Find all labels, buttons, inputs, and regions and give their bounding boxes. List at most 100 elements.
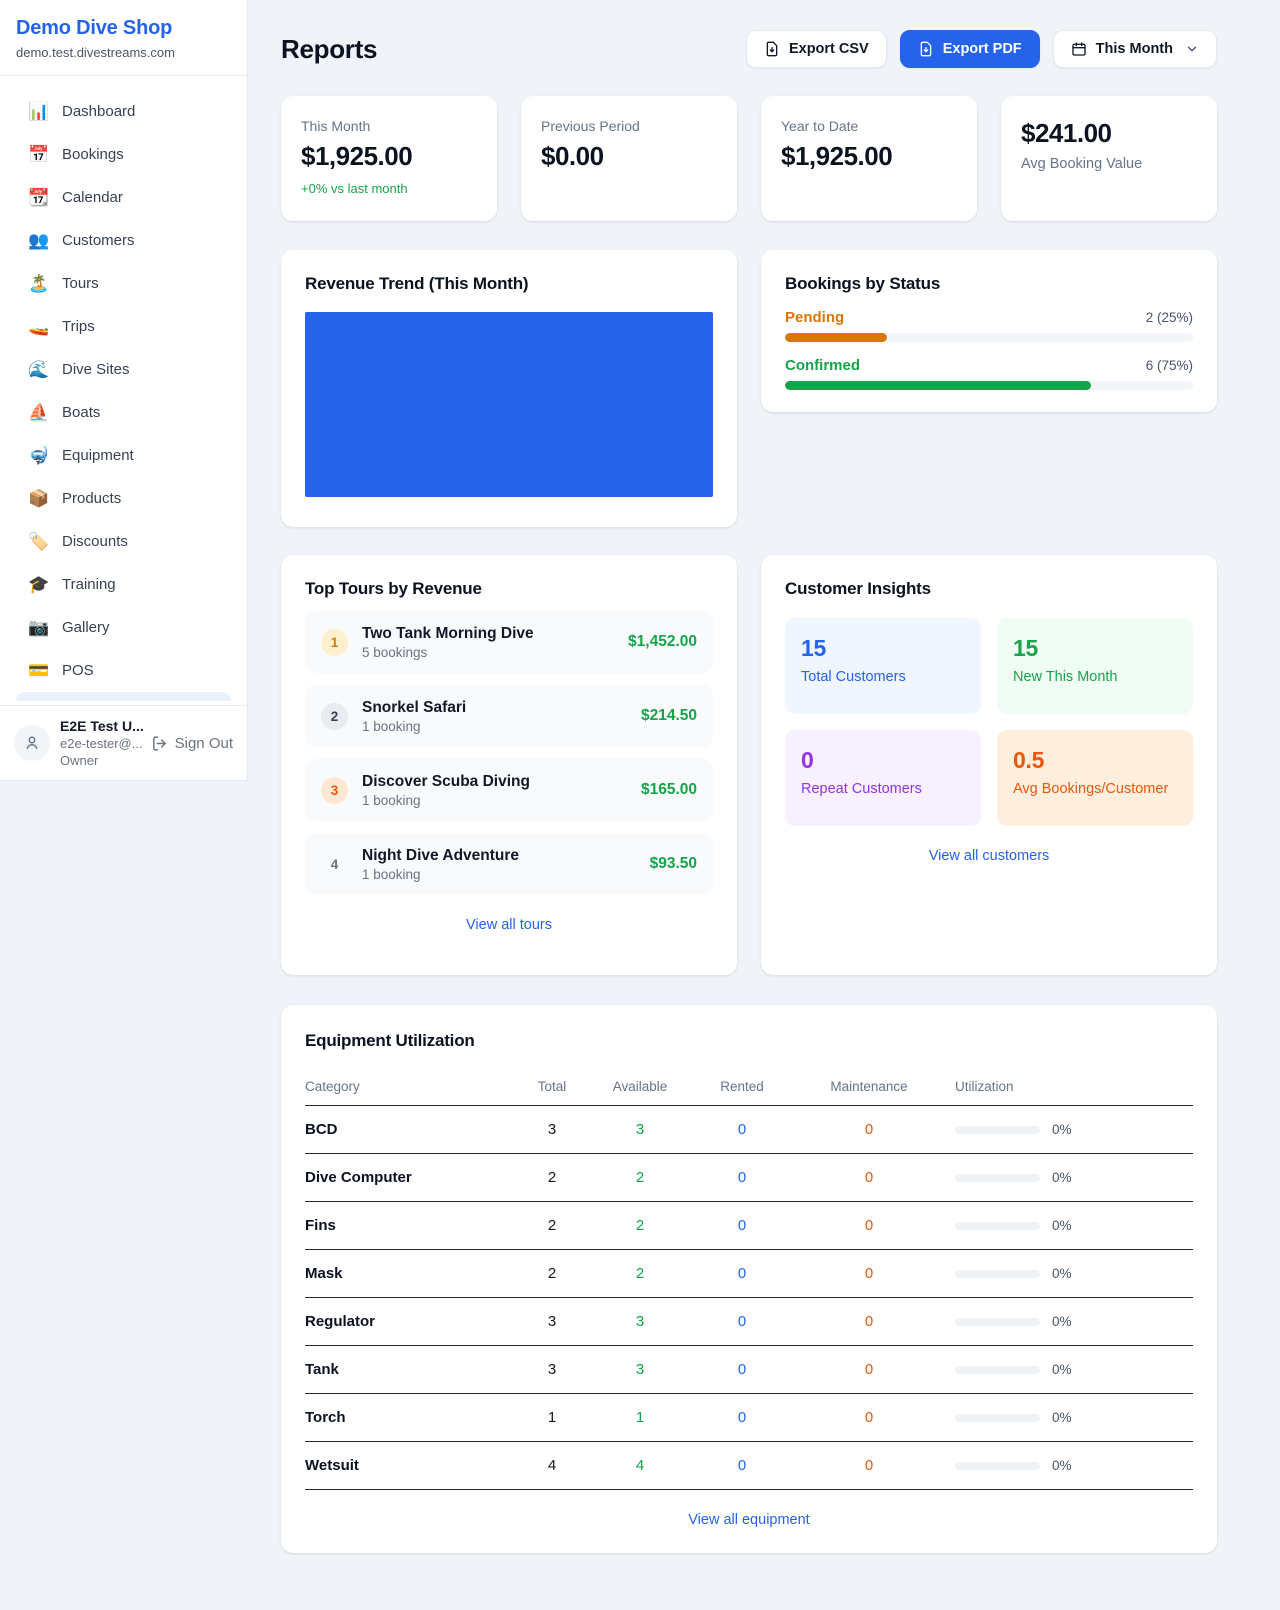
tour-row[interactable]: 1 Two Tank Morning Dive 5 bookings $1,45… <box>305 611 713 673</box>
tour-bookings: 5 bookings <box>362 645 614 660</box>
equipment-category: Torch <box>305 1409 505 1426</box>
utilization-track <box>955 1366 1040 1374</box>
equipment-category: Dive Computer <box>305 1169 505 1186</box>
tile-label: New This Month <box>1013 669 1177 685</box>
stat-label: Year to Date <box>781 118 957 134</box>
equipment-total: 2 <box>505 1169 599 1186</box>
tour-row[interactable]: 3 Discover Scuba Diving 1 booking $165.0… <box>305 759 713 821</box>
sidebar-item-products[interactable]: 📦 Products <box>8 477 239 520</box>
boats-icon: ⛵ <box>28 403 48 423</box>
stat-card-avg-booking-value: $241.00 Avg Booking Value <box>1001 96 1217 221</box>
header-actions: Export CSV Export PDF This Month <box>746 30 1217 68</box>
sidebar-item-equipment[interactable]: 🤿 Equipment <box>8 434 239 477</box>
utilization-track <box>955 1222 1040 1230</box>
stat-delta: +0% vs last month <box>301 181 477 196</box>
sidebar-item-boats[interactable]: ⛵ Boats <box>8 391 239 434</box>
tour-row[interactable]: 4 Night Dive Adventure 1 booking $93.50 <box>305 833 713 895</box>
equipment-total: 2 <box>505 1217 599 1234</box>
equipment-rented: 0 <box>681 1169 803 1186</box>
tour-name: Two Tank Morning Dive <box>362 625 614 643</box>
shop-name: Demo Dive Shop <box>16 17 231 40</box>
sidebar-item-customers[interactable]: 👥 Customers <box>8 219 239 262</box>
sidebar-item-discounts[interactable]: 🏷️ Discounts <box>8 520 239 563</box>
status-count: 2 (25%) <box>1146 310 1193 325</box>
customers-icon: 👥 <box>28 231 48 251</box>
utilization-track <box>955 1462 1040 1470</box>
equipment-total: 4 <box>505 1457 599 1474</box>
bookings-by-status-card: Bookings by Status Pending 2 (25%) Confi… <box>761 250 1217 412</box>
sidebar-item-gallery[interactable]: 📷 Gallery <box>8 606 239 649</box>
progress-fill-pending <box>785 333 887 342</box>
equipment-maintenance: 0 <box>803 1313 935 1330</box>
utilization-track <box>955 1126 1040 1134</box>
equipment-category: Tank <box>305 1361 505 1378</box>
rank-badge: 3 <box>321 777 348 804</box>
revenue-trend-title: Revenue Trend (This Month) <box>305 274 713 294</box>
sidebar-item-calendar[interactable]: 📆 Calendar <box>8 176 239 219</box>
equipment-rented: 0 <box>681 1121 803 1138</box>
file-download-icon <box>764 41 780 57</box>
tour-name: Snorkel Safari <box>362 699 627 717</box>
view-all-customers-link[interactable]: View all customers <box>929 848 1050 864</box>
sidebar-item-pos[interactable]: 💳 POS <box>8 649 239 692</box>
column-header-total: Total <box>505 1079 599 1094</box>
tile-label: Repeat Customers <box>801 781 965 797</box>
utilization-percent: 0% <box>1052 1218 1072 1233</box>
insights-row: Top Tours by Revenue 1 Two Tank Morning … <box>281 555 1217 975</box>
status-label: Pending <box>785 309 844 326</box>
equipment-maintenance: 0 <box>803 1169 935 1186</box>
stats-row: This Month $1,925.00 +0% vs last month P… <box>281 96 1217 221</box>
page-header: Reports Export CSV Export PDF This Month <box>281 30 1217 68</box>
table-row: Tank 3 3 0 0 0% <box>305 1346 1193 1394</box>
tile-value: 0.5 <box>1013 747 1177 774</box>
rank-badge: 4 <box>321 851 348 878</box>
progress-track <box>785 381 1193 390</box>
equipment-rented: 0 <box>681 1265 803 1282</box>
export-pdf-button[interactable]: Export PDF <box>900 30 1040 68</box>
sign-out-button[interactable]: Sign Out <box>151 735 233 752</box>
equipment-total: 3 <box>505 1121 599 1138</box>
user-meta: E2E Test U... e2e-tester@... Owner <box>60 718 141 768</box>
export-csv-button[interactable]: Export CSV <box>746 30 887 68</box>
utilization-track <box>955 1174 1040 1182</box>
utilization-percent: 0% <box>1052 1122 1072 1137</box>
sidebar-item-bookings[interactable]: 📅 Bookings <box>8 133 239 176</box>
sidebar-item-trips[interactable]: 🚤 Trips <box>8 305 239 348</box>
sidebar-item-label: Boats <box>62 404 100 421</box>
equipment-maintenance: 0 <box>803 1265 935 1282</box>
calendar-icon <box>1071 41 1087 57</box>
calendar-icon: 📆 <box>28 188 48 208</box>
tour-row[interactable]: 2 Snorkel Safari 1 booking $214.50 <box>305 685 713 747</box>
stat-card-this-month: This Month $1,925.00 +0% vs last month <box>281 96 497 221</box>
customer-insights-title: Customer Insights <box>785 579 1193 599</box>
view-all-equipment-link[interactable]: View all equipment <box>688 1512 809 1528</box>
charts-row: Revenue Trend (This Month) Bookings by S… <box>281 250 1217 527</box>
status-label: Confirmed <box>785 357 860 374</box>
gallery-icon: 📷 <box>28 618 48 638</box>
period-dropdown[interactable]: This Month <box>1053 30 1217 68</box>
sidebar-item-dive-sites[interactable]: 🌊 Dive Sites <box>8 348 239 391</box>
equipment-rented: 0 <box>681 1313 803 1330</box>
top-tours-title: Top Tours by Revenue <box>305 579 713 599</box>
stat-card-year-to-date: Year to Date $1,925.00 <box>761 96 977 221</box>
equipment-category: Wetsuit <box>305 1457 505 1474</box>
utilization-percent: 0% <box>1052 1170 1072 1185</box>
view-all-tours-link[interactable]: View all tours <box>466 917 552 933</box>
tour-name: Discover Scuba Diving <box>362 773 627 791</box>
sidebar-item-tours[interactable]: 🏝️ Tours <box>8 262 239 305</box>
equipment-available: 4 <box>599 1457 681 1474</box>
equipment-utilization-cell: 0% <box>935 1458 1193 1473</box>
equipment-available: 3 <box>599 1121 681 1138</box>
column-header-utilization: Utilization <box>935 1079 1193 1094</box>
equipment-rented: 0 <box>681 1361 803 1378</box>
column-header-maintenance: Maintenance <box>803 1079 935 1094</box>
column-header-available: Available <box>599 1079 681 1094</box>
sidebar-item-training[interactable]: 🎓 Training <box>8 563 239 606</box>
equipment-maintenance: 0 <box>803 1121 935 1138</box>
equipment-available: 2 <box>599 1169 681 1186</box>
sidebar-item-label: Customers <box>62 232 135 249</box>
sidebar-item-reports-clipped[interactable] <box>16 692 231 701</box>
sidebar-item-dashboard[interactable]: 📊 Dashboard <box>8 90 239 133</box>
equipment-utilization-card: Equipment Utilization Category Total Ava… <box>281 1005 1217 1553</box>
user-role: Owner <box>60 753 141 768</box>
